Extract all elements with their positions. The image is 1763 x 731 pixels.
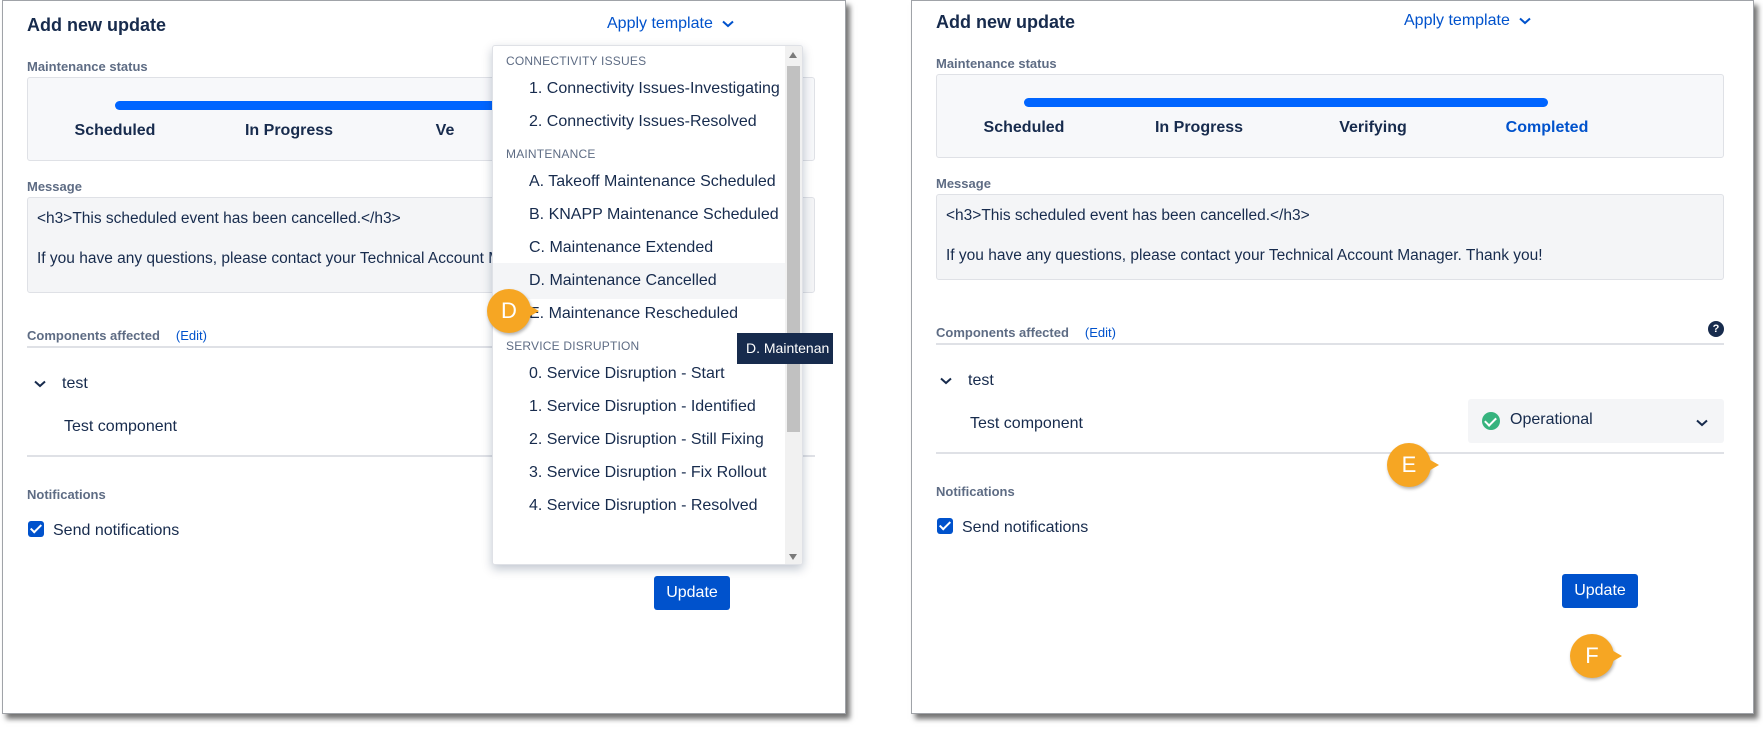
stage-verifying[interactable]: Verifying bbox=[1339, 119, 1407, 137]
operational-check-icon bbox=[1482, 412, 1500, 430]
template-item[interactable]: C. Maintenance Extended bbox=[493, 230, 787, 266]
scroll-up-arrow-icon[interactable] bbox=[789, 52, 797, 58]
stage-completed[interactable]: Completed bbox=[1506, 119, 1589, 137]
chevron-down-icon bbox=[34, 375, 46, 393]
scrollbar-thumb[interactable] bbox=[787, 66, 800, 432]
apply-template-label: Apply template bbox=[607, 15, 713, 33]
update-button[interactable]: Update bbox=[1562, 574, 1638, 608]
component-group-name: test bbox=[968, 372, 994, 390]
chevron-down-icon bbox=[722, 15, 734, 33]
apply-template-dropdown[interactable]: Apply template bbox=[607, 15, 734, 33]
template-item[interactable]: B. KNAPP Maintenance Scheduled bbox=[493, 197, 787, 233]
component-group-test[interactable]: test bbox=[34, 375, 88, 393]
component-status-select[interactable]: Operational bbox=[1468, 399, 1724, 443]
template-item[interactable]: 2. Service Disruption - Still Fixing bbox=[493, 422, 787, 458]
template-item[interactable]: 4. Service Disruption - Resolved bbox=[493, 488, 787, 524]
component-group-name: test bbox=[62, 375, 88, 393]
stage-in-progress[interactable]: In Progress bbox=[1155, 119, 1243, 137]
dropdown-scrollbar[interactable] bbox=[785, 46, 802, 564]
send-notifications-checkbox[interactable] bbox=[28, 521, 44, 537]
send-notifications-label: Send notifications bbox=[53, 522, 180, 539]
left-update-panel: Add new update Apply template Maintenanc… bbox=[2, 0, 846, 714]
edit-components-link[interactable]: (Edit) bbox=[1085, 325, 1116, 340]
components-divider bbox=[936, 343, 1724, 345]
component-name: Test component bbox=[970, 415, 1083, 432]
callout-letter: E bbox=[1401, 452, 1417, 477]
template-group-heading: CONNECTIVITY ISSUES bbox=[506, 54, 647, 68]
stage-in-progress[interactable]: In Progress bbox=[245, 122, 333, 140]
components-affected-text: Components affected bbox=[936, 325, 1069, 340]
chevron-down-icon bbox=[940, 372, 952, 390]
components-bottom-divider bbox=[936, 452, 1724, 454]
components-affected-label: Components affected (Edit) bbox=[27, 328, 207, 343]
message-line-2: If you have any questions, please contac… bbox=[946, 246, 1543, 264]
right-update-panel: Add new update Apply template Maintenanc… bbox=[911, 0, 1754, 714]
page-title: Add new update bbox=[27, 15, 166, 35]
apply-template-label: Apply template bbox=[1404, 12, 1510, 30]
scroll-down-arrow-icon[interactable] bbox=[789, 554, 797, 560]
template-item[interactable]: 1. Connectivity Issues-Investigating bbox=[493, 71, 787, 107]
stage-verifying[interactable]: Ve bbox=[436, 122, 455, 140]
callout-letter: F bbox=[1585, 643, 1599, 668]
apply-template-dropdown[interactable]: Apply template bbox=[1404, 12, 1531, 30]
notifications-label: Notifications bbox=[936, 484, 1015, 499]
maintenance-status-label: Maintenance status bbox=[936, 56, 1057, 71]
notifications-label: Notifications bbox=[27, 487, 106, 502]
components-affected-label: Components affected (Edit) bbox=[936, 325, 1116, 340]
update-button[interactable]: Update bbox=[654, 576, 730, 610]
callout-letter: D bbox=[501, 298, 517, 323]
message-line-1: <h3>This scheduled event has been cancel… bbox=[946, 207, 1310, 224]
template-item[interactable]: A. Takeoff Maintenance Scheduled bbox=[493, 164, 787, 200]
stage-scheduled[interactable]: Scheduled bbox=[75, 122, 156, 140]
message-label: Message bbox=[936, 176, 991, 191]
status-progress-bar bbox=[1024, 98, 1548, 107]
maintenance-status-tracker[interactable]: Scheduled In Progress Verifying Complete… bbox=[936, 74, 1724, 158]
send-notifications-label: Send notifications bbox=[962, 519, 1089, 536]
template-item[interactable]: 1. Service Disruption - Identified bbox=[493, 389, 787, 425]
callout-marker-f: F bbox=[1570, 634, 1622, 678]
template-group-heading: SERVICE DISRUPTION bbox=[506, 339, 640, 353]
chevron-down-icon bbox=[1696, 414, 1708, 432]
screenshot-stage: Add new update Apply template Maintenanc… bbox=[0, 0, 1763, 731]
template-item[interactable]: 3. Service Disruption - Fix Rollout bbox=[493, 455, 787, 491]
component-group-test[interactable]: test bbox=[940, 372, 994, 390]
component-name: Test component bbox=[64, 418, 177, 435]
components-affected-text: Components affected bbox=[27, 328, 160, 343]
component-status-value: Operational bbox=[1510, 411, 1593, 428]
chevron-down-icon bbox=[1519, 12, 1531, 30]
callout-marker-e: E bbox=[1387, 443, 1439, 487]
stage-scheduled[interactable]: Scheduled bbox=[984, 119, 1065, 137]
edit-components-link[interactable]: (Edit) bbox=[176, 328, 207, 343]
template-item[interactable]: 2. Connectivity Issues-Resolved bbox=[493, 104, 787, 140]
template-group-heading: MAINTENANCE bbox=[506, 147, 596, 161]
callout-marker-d: D bbox=[487, 289, 539, 333]
message-textarea[interactable]: <h3>This scheduled event has been cancel… bbox=[936, 194, 1724, 280]
template-tooltip: D. Maintenan bbox=[737, 333, 833, 364]
page-title: Add new update bbox=[936, 12, 1075, 32]
maintenance-status-label: Maintenance status bbox=[27, 59, 148, 74]
send-notifications-checkbox[interactable] bbox=[937, 518, 953, 534]
help-icon[interactable]: ? bbox=[1708, 321, 1724, 337]
message-label: Message bbox=[27, 179, 82, 194]
